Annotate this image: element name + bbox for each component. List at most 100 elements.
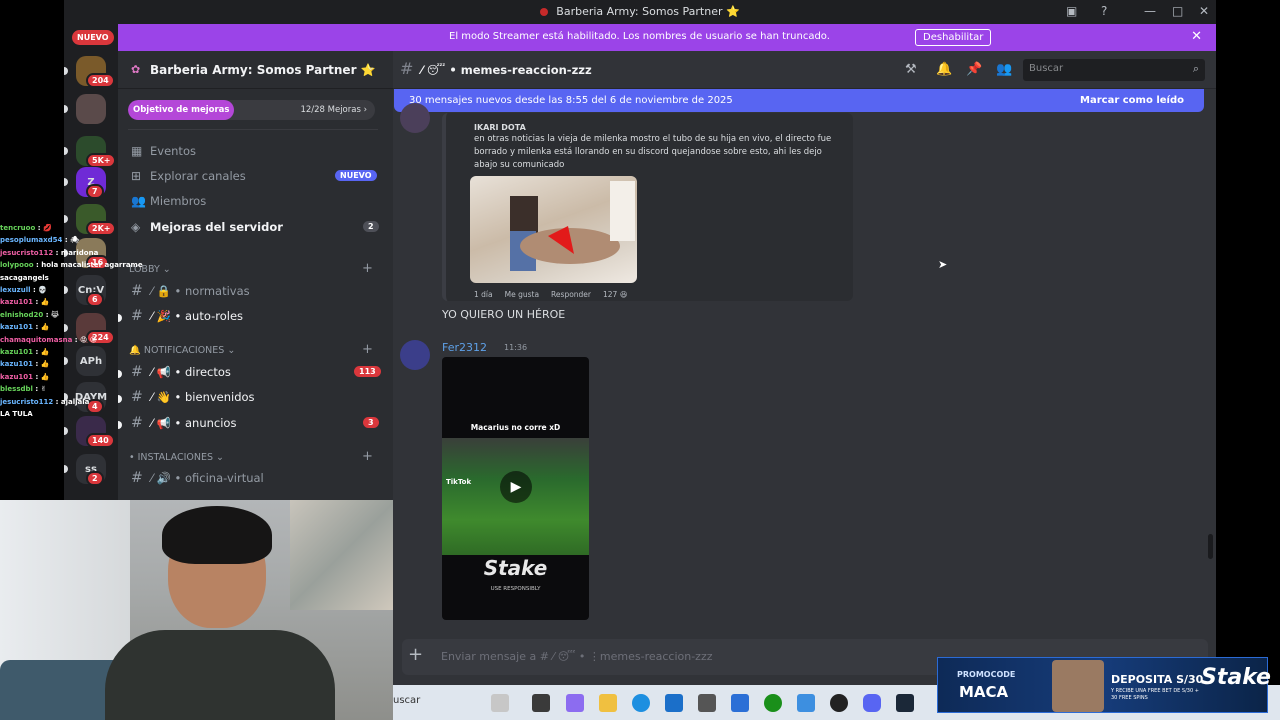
unread-pip bbox=[64, 147, 68, 155]
search-box[interactable]: ⌕ bbox=[1023, 59, 1205, 81]
chat-line: lolypooo : hola macalister agarrame saca… bbox=[0, 259, 150, 284]
xbox-icon[interactable] bbox=[764, 694, 782, 712]
channel-header: # ⁄ 😴 • memes-reaccion-zzz ⚒ 🔔 📌 👥 ⌕ bbox=[393, 51, 1216, 89]
channel-name: ⁄ 🎉 • auto-roles bbox=[151, 309, 243, 323]
edge-icon[interactable] bbox=[632, 694, 650, 712]
window-title: Barberia Army: Somos Partner ⭐ bbox=[64, 5, 1216, 18]
channel-item[interactable]: # ⁄ 📢 • directos 113 bbox=[118, 362, 381, 384]
promo-subtext: Y RECIBE UNA FREE BET DE S/30 + 30 FREE … bbox=[1111, 688, 1199, 701]
chat-user: kazu101 bbox=[0, 348, 34, 357]
category-header[interactable]: • INSTALACIONES ⌄ + bbox=[129, 449, 373, 464]
obs-icon[interactable] bbox=[830, 694, 848, 712]
mark-as-read-button[interactable]: Marcar como leído bbox=[1080, 95, 1184, 106]
chevron-down-icon[interactable]: ⌄ bbox=[367, 62, 375, 73]
chat-line: kazu101 : 👍 bbox=[0, 371, 150, 383]
embed-image[interactable] bbox=[470, 176, 637, 283]
add-channel-icon[interactable]: + bbox=[362, 261, 373, 276]
embed-meta-item: 1 día bbox=[474, 290, 493, 299]
close-banner-icon[interactable]: ✕ bbox=[1191, 29, 1202, 44]
task-view-icon[interactable] bbox=[532, 694, 550, 712]
maximize-button[interactable]: □ bbox=[1172, 4, 1183, 18]
members-list-icon[interactable]: 👥 bbox=[996, 62, 1012, 77]
add-attachment-icon[interactable]: + bbox=[408, 644, 423, 665]
sidebar-item[interactable]: ◈ Mejoras del servidor 2 bbox=[131, 217, 379, 239]
stream-chat-overlay: tencruoo : 💋 pesoplumaxd54 : 🕷 jesucristo1… bbox=[0, 222, 150, 421]
discord-icon[interactable] bbox=[863, 694, 881, 712]
new-messages-bar[interactable]: 30 mensajes nuevos desde las 8:55 del 6 … bbox=[394, 89, 1204, 112]
search-input[interactable] bbox=[1029, 63, 1179, 74]
chat-user: chamaquitomasna bbox=[0, 335, 73, 344]
channel-name: ⁄ 🔒 • normativas bbox=[151, 284, 250, 298]
embed-meta-item[interactable]: Me gusta bbox=[505, 290, 539, 299]
sidebar-item[interactable]: 👥 Miembros bbox=[131, 191, 378, 213]
minimize-button[interactable]: — bbox=[1144, 4, 1156, 18]
promo-deposit: DEPOSITA S/30 bbox=[1111, 673, 1204, 686]
unread-pip bbox=[64, 465, 68, 473]
file-explorer-icon[interactable] bbox=[599, 694, 617, 712]
webcam-painting bbox=[290, 500, 393, 610]
promo-brand: Stake bbox=[1201, 665, 1271, 690]
screen-share-icon[interactable]: ▣ bbox=[1066, 4, 1077, 18]
sidebar-item[interactable]: ▦ Eventos bbox=[131, 141, 378, 163]
embed-text: en otras noticias la vieja de milenka mo… bbox=[474, 134, 832, 170]
steam-icon[interactable] bbox=[896, 694, 914, 712]
server-header[interactable]: ✿ Barberia Army: Somos Partner ⭐ ⌄ bbox=[118, 51, 393, 89]
avatar[interactable] bbox=[400, 103, 430, 133]
chat-line: elnishod20 : 😹 bbox=[0, 309, 150, 321]
cow-widget-icon[interactable] bbox=[491, 694, 509, 712]
video-embed[interactable]: Macarius no corre xD TikTok ▶ Stake USE … bbox=[442, 357, 589, 620]
promo-code: MACA bbox=[959, 683, 1009, 701]
chat-message: : maridona bbox=[55, 248, 99, 257]
channel-item[interactable]: # ⁄ 👋 • bienvenidos bbox=[118, 387, 381, 409]
chat-line: kazu101 : 👍 bbox=[0, 358, 150, 370]
app-icon[interactable] bbox=[698, 694, 716, 712]
chat-line: jesucristo112 : maridona bbox=[0, 247, 150, 259]
rail-new-pill[interactable]: NUEVO bbox=[72, 30, 114, 45]
chat-line: pesoplumaxd54 : 🕷 bbox=[0, 234, 150, 246]
server-badge: 140 bbox=[86, 433, 115, 448]
scrollbar-thumb[interactable] bbox=[1208, 534, 1213, 559]
sidebar-item-badge: NUEVO bbox=[335, 170, 377, 181]
channel-name: ⁄ 📢 • anuncios bbox=[151, 416, 236, 430]
threads-icon[interactable]: ⚒ bbox=[905, 62, 917, 77]
chat-user: lolypooo bbox=[0, 261, 34, 270]
message-author[interactable]: Fer2312 bbox=[442, 341, 487, 354]
channel-item[interactable]: # ⁄ 🔒 • normativas bbox=[131, 281, 381, 303]
play-icon[interactable]: ▶ bbox=[500, 471, 532, 503]
chat-message: : 👍 bbox=[35, 348, 50, 357]
app-icon[interactable] bbox=[797, 694, 815, 712]
channel-item[interactable]: # ⁄ 🔊 • oficina-virtual bbox=[131, 468, 381, 490]
help-icon[interactable]: ? bbox=[1101, 4, 1107, 18]
boost-goal-bar[interactable]: Objetivo de mejoras 12/28 Mejoras › bbox=[128, 100, 375, 120]
search-icon: ⌕ bbox=[1192, 62, 1199, 75]
sidebar-item-label: Eventos bbox=[150, 144, 196, 158]
close-window-button[interactable]: ✕ bbox=[1199, 4, 1209, 18]
promo-code-label: PROMOCODE bbox=[957, 670, 1016, 679]
embed-meta-item[interactable]: Responder bbox=[551, 290, 591, 299]
chat-message: : 👍 bbox=[35, 372, 50, 381]
disable-streamer-button[interactable]: Deshabilitar bbox=[915, 29, 992, 46]
channel-item[interactable]: # ⁄ 📢 • anuncios 3 bbox=[118, 413, 381, 435]
bell-icon[interactable]: 🔔 bbox=[936, 62, 952, 77]
hash-icon: # bbox=[131, 470, 143, 486]
server-flower-icon: ✿ bbox=[131, 63, 141, 76]
chat-line: lexuzull : 💀 bbox=[0, 284, 150, 296]
tiktok-tag: TikTok bbox=[446, 478, 472, 486]
taskbar-search[interactable]: uscar bbox=[393, 695, 420, 706]
editor-icon[interactable] bbox=[731, 694, 749, 712]
divider bbox=[128, 129, 378, 130]
sidebar-item[interactable]: ⊞ Explorar canales NUEVO bbox=[131, 166, 378, 188]
copilot-icon[interactable] bbox=[566, 694, 584, 712]
pin-icon[interactable]: 📌 bbox=[966, 62, 982, 77]
chat-main: # ⁄ 😴 • memes-reaccion-zzz ⚒ 🔔 📌 👥 ⌕ 30 … bbox=[393, 51, 1216, 685]
add-channel-icon[interactable]: + bbox=[362, 449, 373, 464]
chat-line: kazu101 : 👍 bbox=[0, 346, 150, 358]
channel-item[interactable]: # ⁄ 🎉 • auto-roles bbox=[118, 306, 381, 328]
chat-line: jesucristo112 : ajaljala bbox=[0, 396, 150, 408]
store-icon[interactable] bbox=[665, 694, 683, 712]
add-channel-icon[interactable]: + bbox=[362, 342, 373, 357]
sidebar-item-label: Explorar canales bbox=[150, 169, 246, 183]
chat-line: blessdbl : ✌ bbox=[0, 383, 150, 395]
avatar[interactable] bbox=[400, 340, 430, 370]
server-icon[interactable] bbox=[76, 94, 106, 124]
